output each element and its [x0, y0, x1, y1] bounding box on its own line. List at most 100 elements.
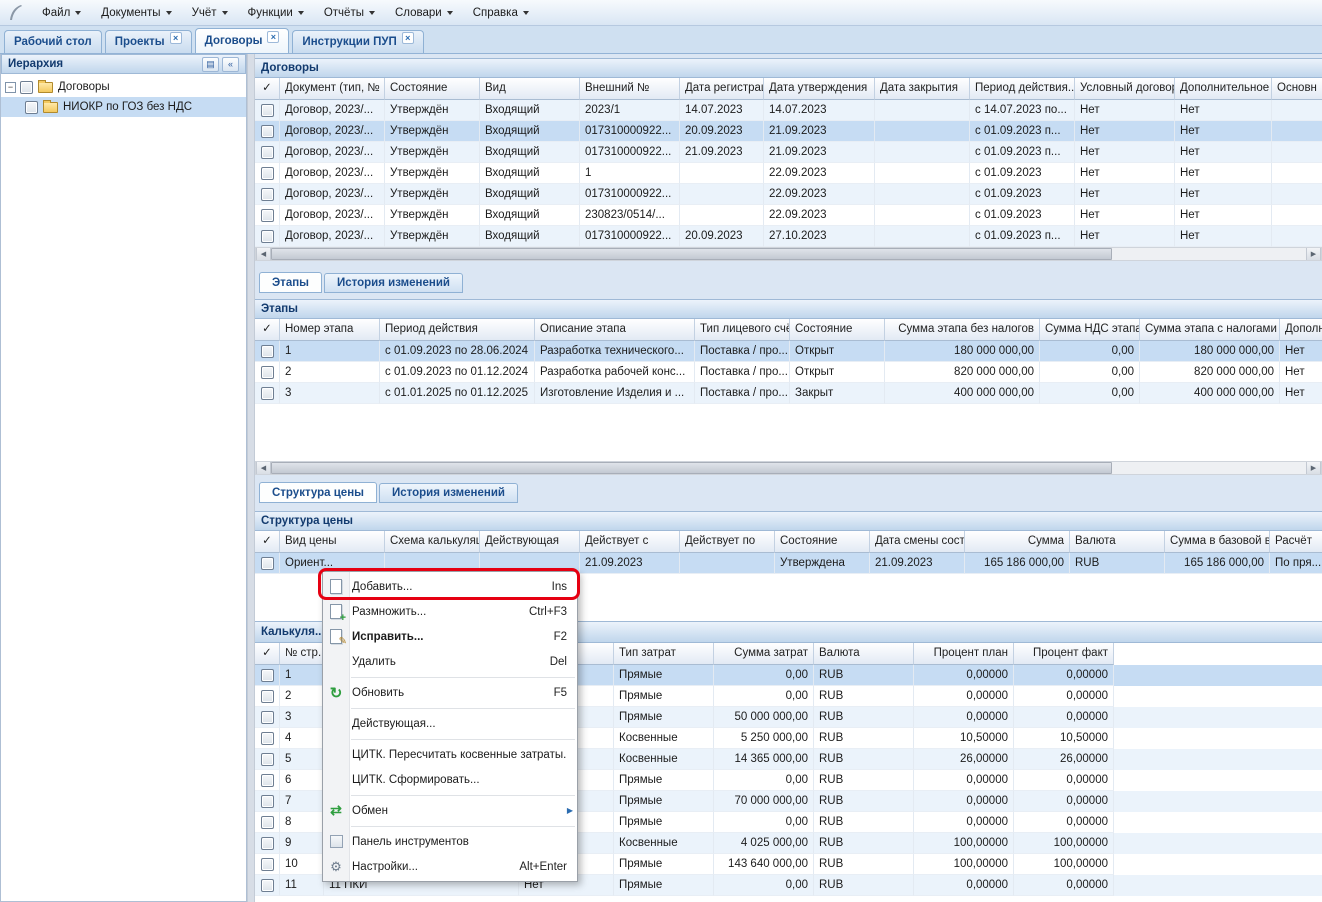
row-checkbox[interactable]	[261, 557, 274, 570]
collapse-panel-icon[interactable]: «	[222, 57, 239, 72]
menubar-item-accounting[interactable]: Учёт	[182, 4, 238, 22]
column-header[interactable]: Вид	[480, 78, 580, 100]
row-checkbox[interactable]	[261, 230, 274, 243]
table-row[interactable]: 2с 01.09.2023 по 01.12.2024Разработка ра…	[255, 362, 1322, 383]
column-header[interactable]: Действующая	[480, 531, 580, 553]
column-header[interactable]: Дата закрытия	[875, 78, 970, 100]
column-header[interactable]: Валюта	[814, 643, 914, 665]
row-checkbox[interactable]	[261, 732, 274, 745]
column-header[interactable]: Дополнительное с	[1175, 78, 1272, 100]
row-checkbox[interactable]	[261, 209, 274, 222]
menubar-item-dictionaries[interactable]: Словари	[385, 4, 463, 22]
row-checkbox[interactable]	[261, 774, 274, 787]
column-header[interactable]: Период действия	[380, 319, 535, 341]
scroll-left-icon[interactable]: ◀	[256, 462, 271, 474]
scroll-right-icon[interactable]: ▶	[1306, 462, 1321, 474]
column-header[interactable]: Сумма затрат	[714, 643, 814, 665]
context-menu-item-add[interactable]: Добавить...Ins	[323, 574, 577, 599]
row-checkbox[interactable]	[261, 753, 274, 766]
column-header[interactable]: № стр...	[280, 643, 324, 665]
column-header[interactable]: Валюта	[1070, 531, 1165, 553]
table-row[interactable]: 1с 01.09.2023 по 28.06.2024Разработка те…	[255, 341, 1322, 362]
scroll-left-icon[interactable]: ◀	[256, 248, 271, 260]
column-header[interactable]: Сумма НДС этапа	[1040, 319, 1140, 341]
tree-checkbox[interactable]	[20, 81, 33, 94]
row-checkbox[interactable]	[261, 669, 274, 682]
row-checkbox[interactable]	[261, 837, 274, 850]
row-checkbox[interactable]	[261, 858, 274, 871]
tab-desktop[interactable]: Рабочий стол	[4, 30, 102, 53]
tree-node-contracts-root[interactable]: −Договоры	[1, 77, 246, 97]
column-header[interactable]: Номер этапа	[280, 319, 380, 341]
row-checkbox[interactable]	[261, 345, 274, 358]
column-header[interactable]: Процент факт	[1014, 643, 1114, 665]
close-icon[interactable]: ×	[402, 32, 414, 44]
row-checkbox[interactable]	[261, 387, 274, 400]
row-checkbox[interactable]	[261, 125, 274, 138]
column-header[interactable]: Состояние	[790, 319, 885, 341]
tab-pup-instructions[interactable]: Инструкции ПУП×	[292, 30, 423, 53]
column-header[interactable]: Сумма этапа без налогов	[885, 319, 1040, 341]
context-menu-item-citk-form[interactable]: ЦИТК. Сформировать...	[323, 767, 577, 792]
row-checkbox[interactable]	[261, 188, 274, 201]
scrollbar-thumb[interactable]	[271, 248, 1112, 260]
stages-horizontal-scrollbar[interactable]: ◀ ▶	[255, 461, 1322, 475]
column-header[interactable]: Процент план	[914, 643, 1014, 665]
column-header[interactable]: Действует по	[680, 531, 775, 553]
table-row[interactable]: Договор, 2023/...УтверждёнВходящий2023/1…	[255, 100, 1322, 121]
close-icon[interactable]: ×	[170, 32, 182, 44]
tab-contracts[interactable]: Договоры×	[195, 28, 290, 53]
context-menu-item-current[interactable]: Действующая...	[323, 711, 577, 736]
column-header[interactable]: Основн	[1272, 78, 1322, 100]
tree-node-niokr-goz[interactable]: НИОКР по ГОЗ без НДС	[1, 97, 246, 117]
row-checkbox[interactable]	[261, 104, 274, 117]
tree-expander-icon[interactable]: −	[5, 82, 16, 93]
column-header[interactable]: Период действия...	[970, 78, 1075, 100]
context-menu-item-delete[interactable]: УдалитьDel	[323, 649, 577, 674]
contracts-horizontal-scrollbar[interactable]: ◀ ▶	[255, 247, 1322, 261]
column-header[interactable]: Сумма этапа с налогами	[1140, 319, 1280, 341]
table-row[interactable]: Договор, 2023/...УтверждёнВходящий017310…	[255, 121, 1322, 142]
column-header[interactable]: Описание этапа	[535, 319, 695, 341]
subtab-stages[interactable]: Этапы	[259, 272, 322, 293]
column-header[interactable]: Сумма в базовой в	[1165, 531, 1270, 553]
table-row[interactable]: Договор, 2023/...УтверждёнВходящий017310…	[255, 184, 1322, 205]
table-row[interactable]: Договор, 2023/...УтверждёнВходящий017310…	[255, 142, 1322, 163]
menubar-item-reports[interactable]: Отчёты	[314, 4, 385, 22]
panel-splitter[interactable]	[247, 54, 255, 902]
context-menu-item-edit[interactable]: Исправить...F2	[323, 624, 577, 649]
context-menu-item-toolbar[interactable]: Панель инструментов	[323, 829, 577, 854]
menubar-item-file[interactable]: Файл	[32, 4, 91, 22]
menubar-item-help[interactable]: Справка	[463, 4, 539, 22]
column-header[interactable]: Вид цены	[280, 531, 385, 553]
row-checkbox[interactable]	[261, 690, 274, 703]
subtab-price-structure[interactable]: Структура цены	[259, 482, 377, 503]
view-mode-icon[interactable]: ▤	[202, 57, 219, 72]
close-icon[interactable]: ×	[267, 31, 279, 43]
row-checkbox[interactable]	[261, 711, 274, 724]
menubar-item-documents[interactable]: Документы	[91, 4, 181, 22]
column-header[interactable]: Дата утверждения	[764, 78, 875, 100]
column-header[interactable]: Схема калькуляци	[385, 531, 480, 553]
column-header[interactable]: Документ (тип, №	[280, 78, 385, 100]
table-row[interactable]: Договор, 2023/...УтверждёнВходящий017310…	[255, 226, 1322, 247]
column-header[interactable]: Тип лицевого счёт	[695, 319, 790, 341]
table-row[interactable]: Договор, 2023/...УтверждёнВходящий230823…	[255, 205, 1322, 226]
context-menu-item-settings[interactable]: Настройки...Alt+Enter	[323, 854, 577, 879]
row-checkbox[interactable]	[261, 795, 274, 808]
column-header[interactable]: Дата регистрации	[680, 78, 764, 100]
row-checkbox[interactable]	[261, 816, 274, 829]
subtab-stages-history[interactable]: История изменений	[324, 273, 463, 293]
context-menu-item-exchange[interactable]: Обмен▶	[323, 798, 577, 823]
subtab-price-history[interactable]: История изменений	[379, 483, 518, 503]
column-header[interactable]: Внешний №	[580, 78, 680, 100]
context-menu-item-refresh[interactable]: ОбновитьF5	[323, 680, 577, 705]
column-header[interactable]: Состояние	[775, 531, 870, 553]
column-header[interactable]: Дата смены состо	[870, 531, 965, 553]
scrollbar-thumb[interactable]	[271, 462, 1112, 474]
row-checkbox[interactable]	[261, 167, 274, 180]
tab-projects[interactable]: Проекты×	[105, 30, 192, 53]
column-header[interactable]: Состояние	[385, 78, 480, 100]
context-menu-item-duplicate[interactable]: Размножить...Ctrl+F3	[323, 599, 577, 624]
column-header[interactable]: Дополн	[1280, 319, 1322, 341]
